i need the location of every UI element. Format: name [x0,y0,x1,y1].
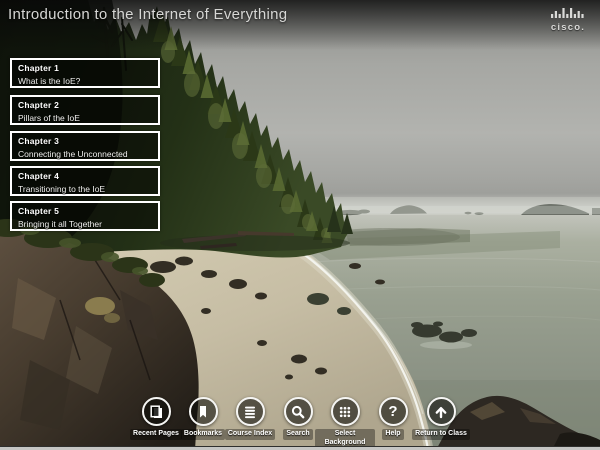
pages-icon [148,404,164,420]
course-home-screen: Introduction to the Internet of Everythi… [0,0,600,450]
cisco-logo: cisco. [545,5,591,33]
grid-dots-icon [337,404,353,420]
chapter-2-button[interactable]: Chapter 2 Pillars of the IoE [10,95,160,125]
chapter-title: Chapter 5 [18,206,152,216]
chapter-title: Chapter 4 [18,171,152,181]
chapter-title: Chapter 3 [18,136,152,146]
question-icon: ? [388,404,397,419]
chapter-5-button[interactable]: Chapter 5 Bringing it all Together [10,201,160,231]
cisco-logo-bars-icon [551,7,585,18]
up-arrow-icon [433,404,449,420]
chapter-subtitle: Transitioning to the IoE [18,184,152,194]
chapter-subtitle: Bringing it all Together [18,219,152,229]
chapter-4-button[interactable]: Chapter 4 Transitioning to the IoE [10,166,160,196]
chapter-subtitle: Pillars of the IoE [18,113,152,123]
list-icon [242,404,258,420]
return-to-class-button[interactable]: Return to Class [411,397,471,440]
tool-label: Return to Class [412,429,470,440]
page-title: Introduction to the Internet of Everythi… [8,6,287,23]
bottom-edge-strip [0,446,600,450]
chapter-title: Chapter 1 [18,63,152,73]
chapter-subtitle: Connecting the Unconnected [18,149,152,159]
search-icon [290,404,306,420]
tool-label: Bookmarks [181,429,225,440]
tool-label: Search [283,429,312,440]
bookmark-icon [195,404,211,420]
cisco-wordmark: cisco. [545,22,591,33]
chapter-3-button[interactable]: Chapter 3 Connecting the Unconnected [10,131,160,161]
chapter-1-button[interactable]: Chapter 1 What is the IoE? [10,58,160,88]
chapter-title: Chapter 2 [18,100,152,110]
chapter-subtitle: What is the IoE? [18,76,152,86]
tool-label: Help [382,429,403,440]
